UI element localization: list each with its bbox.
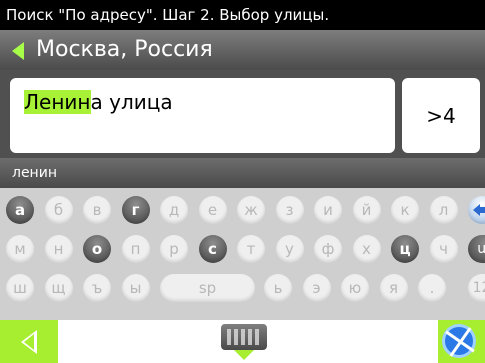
key-в[interactable]: в <box>83 196 111 224</box>
backspace-key[interactable] <box>468 196 485 224</box>
street-result-item[interactable]: Ленина улица <box>10 78 395 153</box>
key-э[interactable]: э <box>302 274 331 302</box>
key-г[interactable]: г <box>121 196 150 224</box>
match-rest: а улица <box>90 90 173 114</box>
search-input[interactable]: ленин <box>0 158 485 188</box>
key-щ[interactable]: щ <box>44 274 73 302</box>
key-ч[interactable]: ч <box>429 235 458 263</box>
key-ц[interactable]: ц <box>391 235 419 263</box>
key-ф[interactable]: ф <box>314 235 342 263</box>
key-у[interactable]: у <box>275 235 304 263</box>
keyboard-arrow-icon <box>234 350 254 360</box>
keyboard-icon <box>221 324 267 350</box>
key-з[interactable]: з <box>275 196 304 224</box>
location-bar[interactable]: Москва, Россия <box>0 30 485 70</box>
key-о[interactable]: о <box>83 235 111 263</box>
back-button[interactable] <box>0 320 58 363</box>
key-т[interactable]: т <box>237 235 265 263</box>
key-д[interactable]: д <box>160 196 188 224</box>
language-key[interactable]: ua <box>468 235 485 263</box>
key-н[interactable]: н <box>44 235 73 263</box>
key-ю[interactable]: ю <box>341 274 369 302</box>
match-highlight: Ленин <box>24 90 91 114</box>
key-а[interactable]: а <box>6 196 34 224</box>
globe-button[interactable] <box>438 320 485 363</box>
key-ъ[interactable]: ъ <box>83 274 111 302</box>
key-ы[interactable]: ы <box>121 274 150 302</box>
window-title: Поиск "По адресу". Шаг 2. Выбор улицы. <box>0 0 485 30</box>
key-х[interactable]: х <box>352 235 381 263</box>
keyboard-toggle-button[interactable] <box>215 324 271 360</box>
bottom-toolbar <box>0 320 485 363</box>
key-и[interactable]: и <box>314 196 342 224</box>
result-count-button[interactable]: >4 <box>402 78 480 153</box>
key-е[interactable]: е <box>198 196 227 224</box>
location-back-icon[interactable] <box>12 42 28 60</box>
key-ш[interactable]: ш <box>6 274 34 302</box>
key-я[interactable]: я <box>379 274 408 302</box>
key-л[interactable]: л <box>429 196 458 224</box>
key-ь[interactable]: ь <box>264 274 292 302</box>
backspace-arrow-icon <box>473 204 485 216</box>
key-р[interactable]: р <box>160 235 188 263</box>
location-label: Москва, Россия <box>36 37 213 62</box>
key-к[interactable]: к <box>391 196 419 224</box>
back-triangle-icon <box>21 329 37 354</box>
key-м[interactable]: м <box>6 235 34 263</box>
onscreen-keyboard: абвгдежзийкл мнопрстуфхцчua шщъыspьэюя. 123 <box>0 188 485 320</box>
key-й[interactable]: й <box>352 196 381 224</box>
globe-icon <box>442 324 476 358</box>
key-с[interactable]: с <box>198 235 227 263</box>
key-ж[interactable]: ж <box>237 196 265 224</box>
key-б[interactable]: б <box>44 196 73 224</box>
key-п[interactable]: п <box>121 235 150 263</box>
result-area: Ленина улица >4 <box>0 70 485 158</box>
numeric-key[interactable]: 123 <box>468 274 485 302</box>
key-period[interactable]: . <box>418 274 446 302</box>
screen: Поиск "По адресу". Шаг 2. Выбор улицы. М… <box>0 0 485 363</box>
space-key[interactable]: sp <box>160 274 255 302</box>
